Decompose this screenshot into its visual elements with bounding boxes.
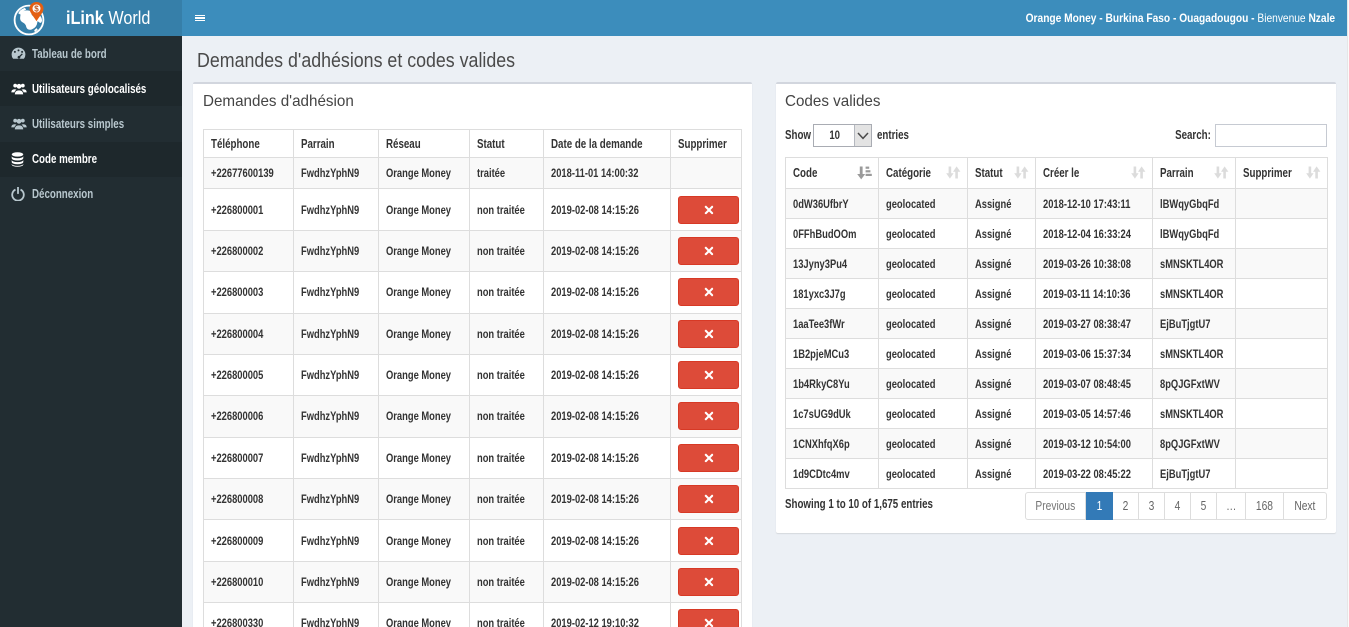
svg-text:$: $	[34, 4, 39, 13]
